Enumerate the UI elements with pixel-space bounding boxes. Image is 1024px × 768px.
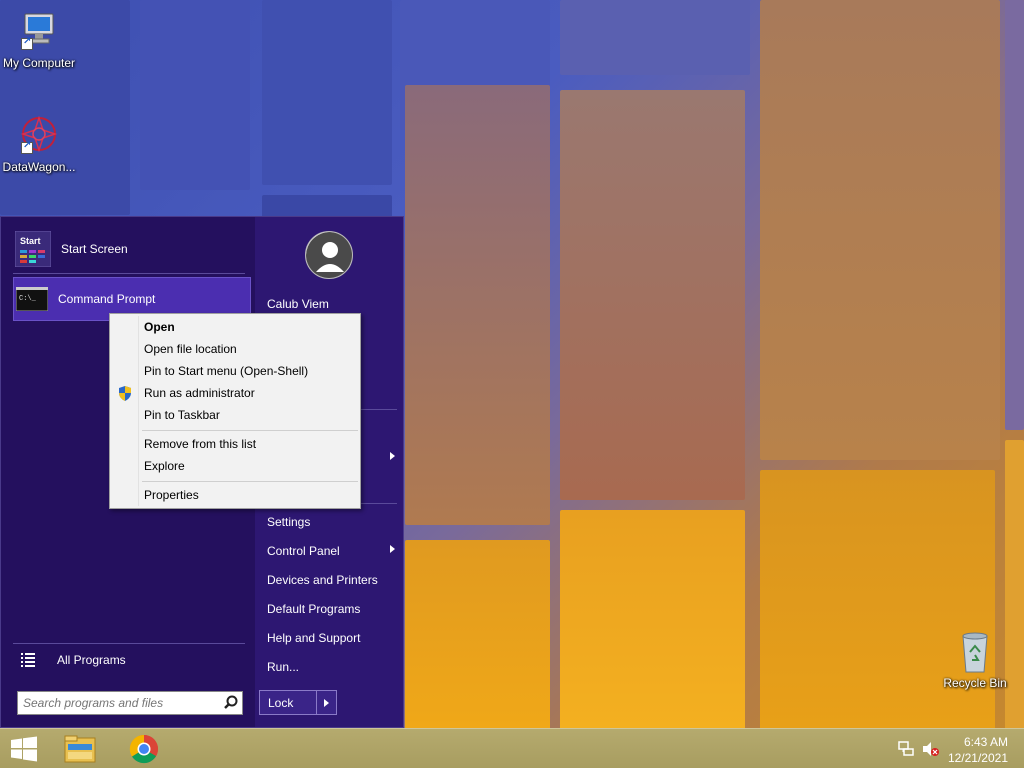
system-clock[interactable]: 6:43 AM 12/21/2021 [948, 734, 1008, 766]
run-item[interactable]: Run... [267, 656, 397, 678]
divider [142, 430, 358, 431]
search-box[interactable] [17, 691, 243, 715]
computer-icon [19, 10, 59, 50]
ctx-remove-from-list[interactable]: Remove from this list [112, 433, 358, 455]
svg-text:Start: Start [20, 236, 41, 246]
default-programs-label: Default Programs [267, 602, 361, 616]
wallpaper-pane [560, 510, 745, 730]
settings-label: Settings [267, 515, 311, 529]
ctx-run-as-administrator[interactable]: Run as administrator [112, 382, 358, 404]
uac-shield-icon [119, 386, 131, 401]
windows-start-icon [11, 736, 37, 762]
clock-date: 12/21/2021 [947, 751, 1008, 765]
command-prompt-icon: C:\_ [15, 286, 49, 312]
file-explorer-icon [64, 735, 96, 763]
clock-time: 6:43 AM [963, 735, 1008, 749]
recycle-bin-icon [955, 630, 995, 673]
lock-options-button[interactable] [317, 690, 337, 715]
wallpaper-pane [405, 540, 550, 730]
ctx-open-file-location[interactable]: Open file location [112, 338, 358, 360]
settings-item[interactable]: Settings [267, 511, 397, 533]
chevron-right-icon [390, 545, 395, 553]
ctx-open[interactable]: Open [112, 316, 358, 338]
help-and-support-label: Help and Support [267, 631, 361, 645]
desktop-icon-my-computer[interactable]: My Computer [0, 10, 78, 70]
wallpaper-pane [560, 90, 745, 500]
svg-text:C:\_: C:\_ [19, 295, 37, 303]
chevron-right-icon [390, 452, 395, 460]
search-input[interactable] [18, 693, 220, 713]
taskbar: 6:43 AM 12/21/2021 [0, 728, 1024, 768]
wallpaper-pane [760, 470, 995, 730]
wallpaper-pane [262, 0, 392, 185]
datawagon-icon [19, 114, 59, 154]
desktop-icon-datawagon[interactable]: DataWagon... [0, 114, 78, 174]
chrome-taskbar-button[interactable] [124, 731, 164, 767]
default-programs-item[interactable]: Default Programs [267, 598, 397, 620]
wallpaper-pane [760, 0, 1000, 460]
divider [13, 643, 245, 644]
user-name[interactable]: Calub Viem [267, 297, 329, 311]
lock-button-group: Lock [259, 690, 337, 716]
divider [142, 481, 358, 482]
shortcut-arrow-icon [21, 140, 33, 154]
command-prompt-label: Command Prompt [58, 292, 156, 306]
lock-button[interactable]: Lock [259, 690, 317, 715]
wallpaper-pane [405, 85, 550, 525]
wallpaper-pane [1005, 0, 1024, 430]
devices-and-printers-label: Devices and Printers [267, 573, 378, 587]
start-button[interactable] [4, 731, 44, 767]
ctx-pin-to-taskbar[interactable]: Pin to Taskbar [112, 404, 358, 426]
all-programs-label: All Programs [57, 653, 126, 667]
context-menu: Open Open file location Pin to Start men… [109, 313, 361, 509]
divider [13, 273, 245, 274]
wallpaper-pane [140, 0, 250, 190]
all-programs-button[interactable]: All Programs [13, 647, 245, 673]
start-screen-item[interactable]: Start Start Screen [13, 227, 251, 271]
list-icon [21, 653, 35, 667]
wallpaper-pane [560, 0, 750, 75]
chrome-icon [129, 734, 158, 764]
devices-and-printers-item[interactable]: Devices and Printers [267, 569, 397, 591]
ctx-explore[interactable]: Explore [112, 455, 358, 477]
start-screen-icon: Start [14, 230, 52, 268]
search-icon[interactable] [220, 693, 242, 713]
control-panel-label: Control Panel [267, 544, 340, 558]
volume-muted-icon[interactable] [922, 741, 940, 760]
start-screen-label: Start Screen [61, 242, 128, 256]
ctx-properties[interactable]: Properties [112, 484, 358, 506]
desktop-icon-label: My Computer [2, 56, 76, 70]
ctx-pin-to-start-menu[interactable]: Pin to Start menu (Open-Shell) [112, 360, 358, 382]
desktop-icon-label: Recycle Bin [943, 676, 1007, 690]
shortcut-arrow-icon [21, 36, 33, 50]
network-icon[interactable] [898, 741, 914, 760]
user-avatar[interactable] [305, 231, 353, 279]
run-label: Run... [267, 660, 300, 674]
ctx-run-as-administrator-label: Run as administrator [144, 386, 255, 400]
control-panel-item[interactable]: Control Panel [267, 540, 397, 562]
desktop-icon-label: DataWagon... [2, 160, 76, 174]
help-and-support-item[interactable]: Help and Support [267, 627, 397, 649]
desktop-icon-recycle-bin[interactable]: Recycle Bin [938, 630, 1012, 690]
file-explorer-taskbar-button[interactable] [60, 731, 100, 767]
